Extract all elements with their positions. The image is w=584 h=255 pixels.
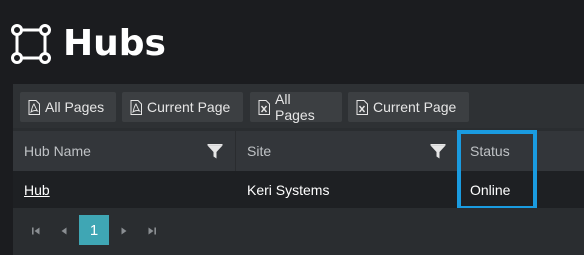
page-header: Hubs <box>0 0 584 82</box>
export-excel-all-pages-button[interactable]: All Pages <box>250 91 342 123</box>
status-cell: Online <box>470 181 511 198</box>
next-page-icon[interactable] <box>113 220 135 242</box>
pdf-icon <box>28 99 40 115</box>
export-pdf-all-pages-button[interactable]: All Pages <box>20 92 116 122</box>
page-number-button[interactable]: 1 <box>79 215 109 245</box>
site-cell: Keri Systems <box>247 181 330 198</box>
button-label: All Pages <box>45 99 105 115</box>
first-page-icon[interactable] <box>25 220 47 242</box>
column-divider[interactable] <box>458 131 459 171</box>
filter-icon[interactable] <box>430 144 446 160</box>
export-pdf-current-page-button[interactable]: Current Page <box>122 92 243 122</box>
column-header-status[interactable]: Status <box>470 131 510 171</box>
export-toolbar: All Pages Current Page All Pages Current… <box>13 84 584 128</box>
page-title: Hubs <box>63 23 166 64</box>
button-label: Current Page <box>147 99 231 115</box>
excel-icon <box>258 99 270 115</box>
filter-icon[interactable] <box>207 144 223 160</box>
table-header: Hub Name Site Status <box>13 131 584 171</box>
hub-icon <box>11 24 51 64</box>
export-excel-current-page-button[interactable]: Current Page <box>348 92 469 122</box>
hub-name-link[interactable]: Hub <box>24 171 50 208</box>
pdf-icon <box>130 99 142 115</box>
button-label: All Pages <box>275 91 315 123</box>
pagination: 1 <box>13 208 584 255</box>
last-page-icon[interactable] <box>141 220 163 242</box>
previous-page-icon[interactable] <box>53 220 75 242</box>
table-row[interactable]: Hub Keri Systems Online <box>13 171 584 208</box>
column-header-hub-name[interactable]: Hub Name <box>24 131 91 171</box>
column-divider[interactable] <box>235 131 236 171</box>
column-header-site[interactable]: Site <box>247 131 271 171</box>
button-label: Current Page <box>373 99 457 115</box>
excel-icon <box>356 99 368 115</box>
